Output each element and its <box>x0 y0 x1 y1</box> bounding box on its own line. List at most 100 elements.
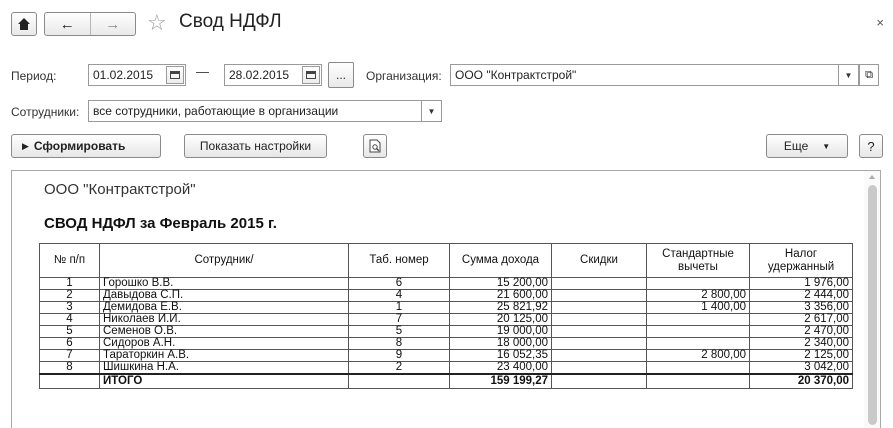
back-arrow-icon: ← <box>59 15 75 33</box>
organization-open-button[interactable]: ⧉ <box>859 64 879 86</box>
calendar-from-button[interactable] <box>166 66 184 84</box>
forward-arrow-icon: → <box>105 15 121 33</box>
employee-name-cell: Шишкина Н.А. <box>99 361 349 375</box>
total-tax-cell: 20 370,00 <box>749 373 853 389</box>
table-row: 1 Горошко В.В. 6 15 200,00 1 976,00 <box>39 277 853 290</box>
total-tab-cell <box>348 373 450 389</box>
tab-number-cell: 2 <box>348 361 450 375</box>
play-icon: ▶ <box>22 140 29 151</box>
tab-number-cell: 1 <box>348 301 450 314</box>
ellipsis-icon: ... <box>335 68 346 82</box>
period-dash: — <box>196 64 209 79</box>
vertical-scrollbar[interactable] <box>864 171 880 428</box>
discount-cell <box>551 313 647 326</box>
income-cell: 23 400,00 <box>449 361 552 375</box>
deduction-cell: 2 800,00 <box>646 349 750 362</box>
period-select-button[interactable]: ... <box>328 62 354 88</box>
scroll-thumb[interactable] <box>868 185 877 425</box>
discount-cell <box>551 349 647 362</box>
tax-cell: 2 125,00 <box>749 349 853 362</box>
table-row: 7 Тараторкин А.В. 9 16 052,35 2 800,00 2 125,… <box>39 349 853 362</box>
calendar-icon <box>306 71 316 79</box>
tax-cell: 2 617,00 <box>749 313 853 326</box>
row-number-cell: 5 <box>39 325 100 338</box>
table-row: 2 Давыдова С.П. 4 21 600,00 2 800,00 2 444,00 <box>39 289 853 302</box>
row-number-cell: 8 <box>39 361 100 375</box>
employee-name-cell: Сидоров А.Н. <box>99 337 349 350</box>
deduction-cell <box>646 337 750 350</box>
income-cell: 25 821,92 <box>449 301 552 314</box>
total-number-cell <box>39 373 100 389</box>
date-from-value: 01.02.2015 <box>93 68 154 82</box>
income-cell: 15 200,00 <box>449 277 552 290</box>
more-menu-button[interactable]: Еще ▼ <box>766 134 848 158</box>
income-cell: 18 000,00 <box>449 337 552 350</box>
col-header-employee: Сотрудник/ <box>99 243 349 278</box>
row-number-cell: 1 <box>39 277 100 290</box>
help-button[interactable]: ? <box>859 134 883 158</box>
print-preview-button[interactable] <box>363 134 387 158</box>
show-settings-button[interactable]: Показать настройки <box>184 134 327 158</box>
total-deduction-cell <box>646 373 750 389</box>
income-cell: 21 600,00 <box>449 289 552 302</box>
row-number-cell: 4 <box>39 313 100 326</box>
col-header-income: Сумма дохода <box>449 243 552 278</box>
history-nav: ← → <box>44 12 136 36</box>
discount-cell <box>551 337 647 350</box>
home-button[interactable] <box>11 12 37 36</box>
discount-cell <box>551 277 647 290</box>
table-row: 8 Шишкина Н.А. 2 23 400,00 3 042,00 <box>39 361 853 375</box>
tax-cell: 2 470,00 <box>749 325 853 338</box>
row-number-cell: 6 <box>39 337 100 350</box>
employees-label: Сотрудники: <box>11 105 80 119</box>
row-number-cell: 7 <box>39 349 100 362</box>
total-label-cell: ИТОГО <box>99 373 349 389</box>
report-organization: ООО "Контрактстрой" <box>44 181 196 198</box>
organization-value: ООО "Контрактстрой" <box>455 68 577 82</box>
table-header-row: № п/п Сотрудник/ Таб. номер Сумма дохода… <box>39 243 853 278</box>
period-label: Период: <box>11 69 57 83</box>
scroll-up-icon[interactable] <box>869 175 875 179</box>
table-row: 5 Семенов О.В. 5 19 000,00 2 470,00 <box>39 325 853 338</box>
calendar-icon <box>170 71 180 79</box>
tab-number-cell: 7 <box>348 313 450 326</box>
back-button[interactable]: ← <box>45 13 90 35</box>
tax-cell: 1 976,00 <box>749 277 853 290</box>
organization-dropdown-button[interactable]: ▼ <box>838 65 858 85</box>
income-cell: 16 052,35 <box>449 349 552 362</box>
tax-cell: 2 340,00 <box>749 337 853 350</box>
employees-dropdown-button[interactable]: ▼ <box>421 101 441 121</box>
employees-value: все сотрудники, работающие в организации <box>93 104 339 118</box>
total-discount-cell <box>551 373 647 389</box>
total-income-cell: 159 199,27 <box>449 373 552 389</box>
organization-label: Организация: <box>366 69 442 83</box>
table-row: 4 Николаев И.И. 7 20 125,00 2 617,00 <box>39 313 853 326</box>
employee-name-cell: Демидова Е.В. <box>99 301 349 314</box>
tax-cell: 3 356,00 <box>749 301 853 314</box>
organization-field[interactable]: ООО "Контрактстрой" ▼ <box>450 64 859 86</box>
calendar-to-button[interactable] <box>302 66 320 84</box>
deduction-cell <box>646 313 750 326</box>
table-total-row: ИТОГО 159 199,27 20 370,00 <box>39 373 853 389</box>
tab-number-cell: 4 <box>348 289 450 302</box>
employee-name-cell: Давыдова С.П. <box>99 289 349 302</box>
report-title: СВОД НДФЛ за Февраль 2015 г. <box>44 215 277 232</box>
tab-number-cell: 5 <box>348 325 450 338</box>
home-icon <box>18 18 30 30</box>
income-cell: 19 000,00 <box>449 325 552 338</box>
income-cell: 20 125,00 <box>449 313 552 326</box>
close-icon[interactable]: × <box>876 15 884 30</box>
forward-button[interactable]: → <box>89 13 136 35</box>
generate-button[interactable]: ▶ Сформировать <box>11 134 161 158</box>
employees-select[interactable]: все сотрудники, работающие в организации… <box>88 100 442 122</box>
deduction-cell <box>646 361 750 375</box>
chevron-down-icon: ▼ <box>844 70 853 80</box>
table-row: 6 Сидоров А.Н. 8 18 000,00 2 340,00 <box>39 337 853 350</box>
tab-number-cell: 6 <box>348 277 450 290</box>
employee-name-cell: Николаев И.И. <box>99 313 349 326</box>
open-form-icon: ⧉ <box>865 68 873 81</box>
favorite-star-icon[interactable]: ☆ <box>147 10 167 36</box>
col-header-number: № п/п <box>39 243 100 278</box>
report-document[interactable]: ООО "Контрактстрой" СВОД НДФЛ за Февраль… <box>11 170 881 428</box>
page-title: Свод НДФЛ <box>179 11 282 32</box>
